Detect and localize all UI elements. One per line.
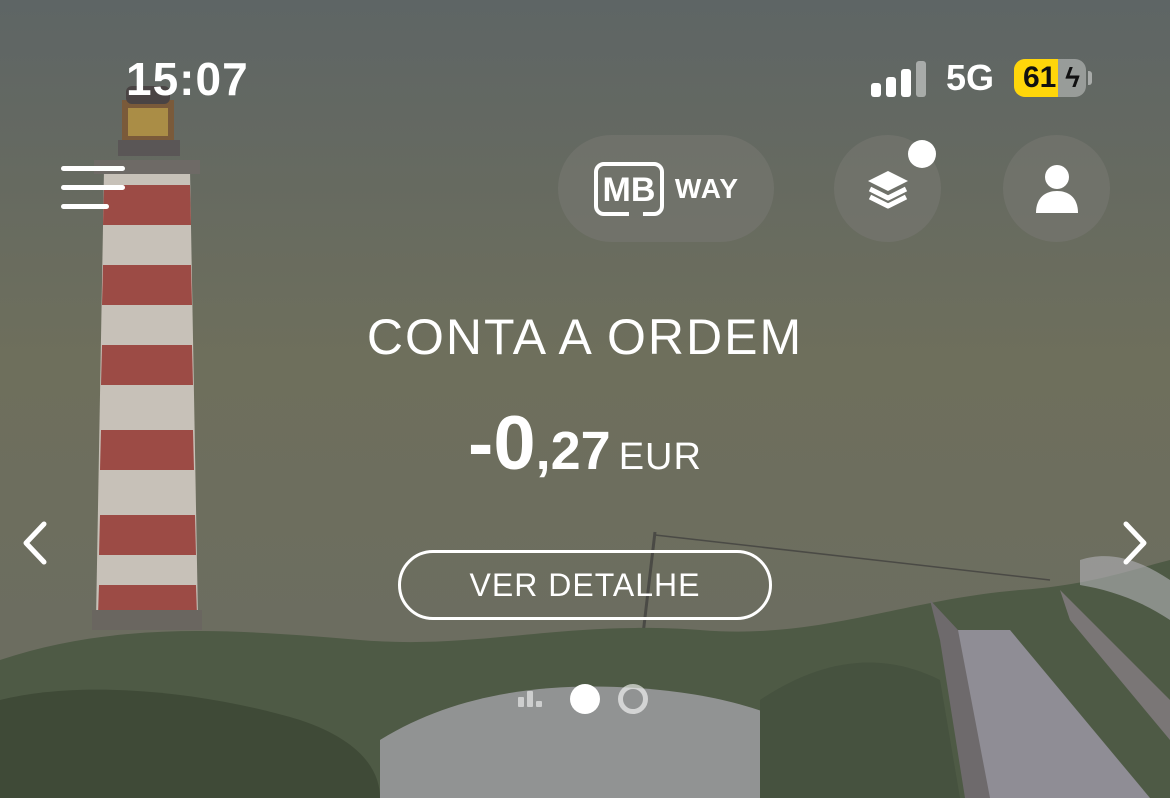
page-dot-inactive[interactable] [618,684,648,714]
mbway-button[interactable]: MB WAY [558,135,774,242]
page-dot-active[interactable] [570,684,600,714]
status-icons: 5G 61 ϟ [870,57,1092,99]
network-type: 5G [945,57,994,98]
svg-text:MB: MB [602,171,655,209]
previous-account-button[interactable] [12,518,62,568]
lighthouse-scene-image [0,0,1170,798]
battery-icon: 61 ϟ [1014,59,1092,97]
charging-bolt-icon: ϟ [1065,62,1080,93]
battery-level: 61 [1023,61,1057,94]
account-balance: -0,27 EUR [0,400,1170,487]
balance-currency: EUR [618,436,702,478]
user-icon [1035,164,1078,213]
chevron-left-icon [23,521,47,565]
view-detail-button[interactable]: VER DETALHE [398,550,772,620]
bar-chart-icon[interactable] [518,691,552,707]
notification-dot [908,140,936,168]
chevron-right-icon [1123,521,1147,565]
page-indicator [518,684,648,714]
mbway-logo-icon: MB [593,161,665,217]
status-time: 15:07 [126,53,249,105]
balance-cents: ,27 [535,421,611,481]
layers-icon [867,170,908,208]
next-account-button[interactable] [1108,518,1158,568]
balance-main: -0 [468,401,536,486]
account-title: CONTA A ORDEM [366,309,804,365]
cellular-signal-icon [870,59,926,97]
profile-button[interactable] [1003,135,1110,242]
mbway-label: WAY [674,172,740,204]
hamburger-menu-icon[interactable] [58,160,128,216]
